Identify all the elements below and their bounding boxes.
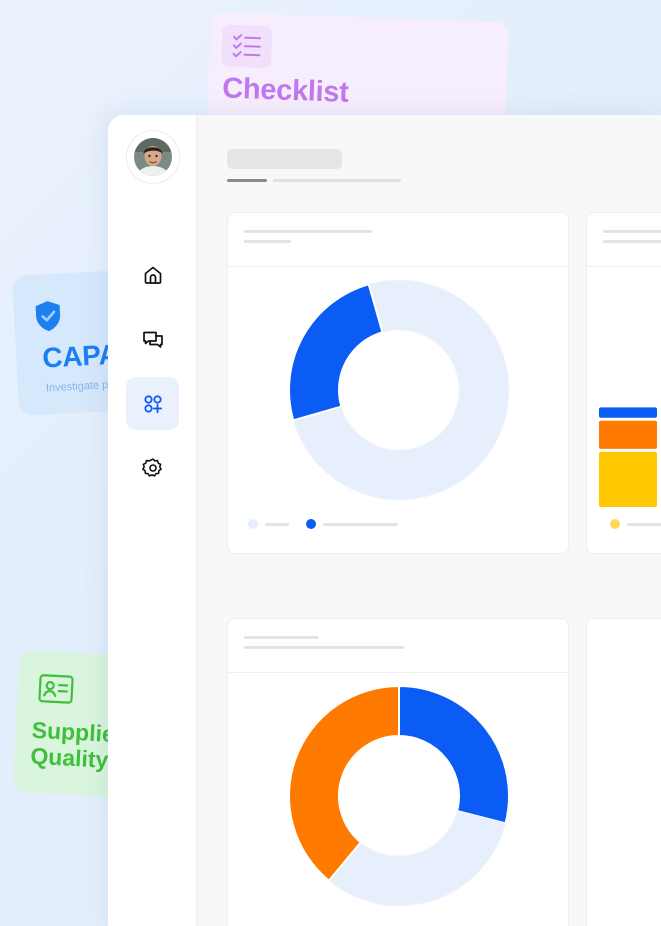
sidebar-item-messages[interactable] [126,313,179,366]
checklist-title: Checklist [221,72,350,109]
donut-chart-panel-1 [227,212,569,554]
capa-subtitle: Investigate p [45,379,109,395]
shield-check-icon [33,299,63,337]
dashboard-content [197,115,661,926]
legend-label-placeholder [265,523,289,526]
legend-label-placeholder [627,523,661,526]
checklist-icon [221,24,273,69]
donut-slice-3[interactable] [288,684,400,883]
legend-label-placeholder [323,523,398,526]
panel-title-placeholder [244,636,319,639]
stacked-bar-segment-1[interactable] [599,451,657,507]
sidebar [108,115,197,926]
panel-divider [587,266,661,267]
apps-icon [143,394,162,413]
page-title-placeholder [227,149,342,169]
donut-chart-1 [288,279,510,501]
stacked-bar-panel [586,212,661,554]
gear-icon [141,457,162,477]
chart-panel-4 [586,618,661,926]
tab-indicator[interactable] [227,179,267,182]
legend-dot-track [248,519,258,529]
stacked-bar-segment-2[interactable] [599,420,657,449]
sidebar-item-apps[interactable] [126,377,179,430]
tab-placeholder[interactable] [273,179,401,182]
sidebar-item-home[interactable] [126,248,179,301]
donut-chart-panel-2 [227,618,569,926]
panel-divider [228,266,568,267]
id-card-icon [37,673,75,710]
donut-slice-1[interactable] [398,684,510,825]
panel-title-placeholder [244,230,372,233]
legend-dot-blue [306,519,316,529]
chat-icon [142,331,163,348]
donut-slice-2[interactable] [288,283,384,422]
stacked-bar-segment-3[interactable] [599,407,657,418]
panel-subtitle-placeholder [603,240,661,243]
donut-slice-2[interactable] [328,810,507,907]
sidebar-item-settings[interactable] [126,441,179,494]
panel-divider [228,672,568,673]
panel-subtitle-placeholder [244,240,291,243]
stacked-bar-chart [599,407,657,507]
legend-dot-yellow [610,519,620,529]
donut-chart-2 [288,684,510,907]
home-icon [144,266,161,284]
panel-subtitle-placeholder [244,646,404,649]
panel-title-placeholder [603,230,661,233]
app-window [108,115,661,926]
user-avatar[interactable] [126,130,180,184]
